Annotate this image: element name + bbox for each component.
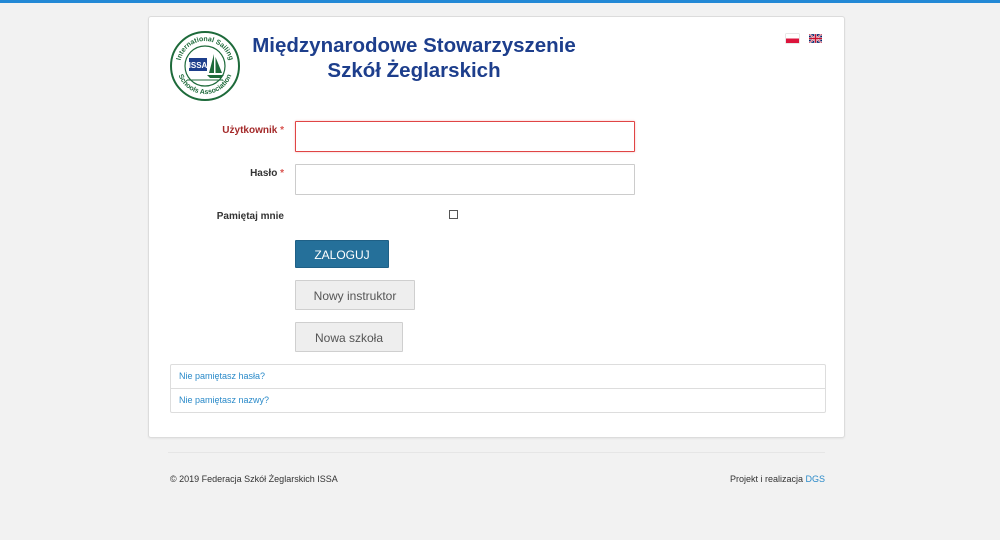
footer-dgs-link[interactable]: DGS (805, 474, 825, 484)
footer-divider (168, 452, 825, 453)
site-title-line2: Szkół Żeglarskich (327, 59, 501, 82)
language-switcher (786, 34, 822, 43)
top-accent-bar (0, 0, 1000, 3)
username-label-text: Użytkownik (222, 125, 278, 136)
site-title: Międzynarodowe Stowarzyszenie Szkół Żegl… (239, 33, 589, 83)
password-required-mark: * (280, 168, 284, 179)
footer-copyright: © 2019 Federacja Szkół Żeglarskich ISSA (170, 474, 338, 484)
remember-me-label: Pamiętaj mnie (216, 211, 284, 222)
footer-credits: Projekt i realizacja DGS (730, 474, 825, 484)
footer-credits-prefix: Projekt i realizacja (729, 474, 803, 484)
password-input[interactable] (295, 164, 635, 195)
forgot-password-link[interactable]: Nie pamiętasz hasła? (171, 365, 825, 388)
new-school-button[interactable]: Nowa szkoła (295, 322, 403, 352)
flag-uk-icon[interactable] (809, 34, 822, 43)
login-button[interactable]: ZALOGUJ (295, 240, 389, 268)
new-instructor-button[interactable]: Nowy instruktor (295, 280, 415, 310)
flag-pl-icon[interactable] (786, 34, 799, 43)
username-required-mark: * (280, 125, 284, 136)
issa-logo: International Sailing Schools Associatio… (169, 30, 241, 102)
help-links-panel: Nie pamiętasz hasła? Nie pamiętasz nazwy… (170, 364, 826, 413)
forgot-username-link[interactable]: Nie pamiętasz nazwy? (171, 388, 825, 412)
password-label: Hasło * (149, 168, 284, 179)
username-label: Użytkownik * (149, 125, 284, 136)
password-label-text: Hasło (250, 168, 278, 179)
issa-logo-icon: International Sailing Schools Associatio… (170, 31, 240, 101)
logo-abbr-text: ISSA (189, 61, 208, 70)
remember-me-checkbox[interactable] (449, 210, 458, 219)
login-card: International Sailing Schools Associatio… (148, 16, 845, 438)
site-title-line1: Międzynarodowe Stowarzyszenie (252, 34, 576, 57)
username-input[interactable] (295, 121, 635, 152)
